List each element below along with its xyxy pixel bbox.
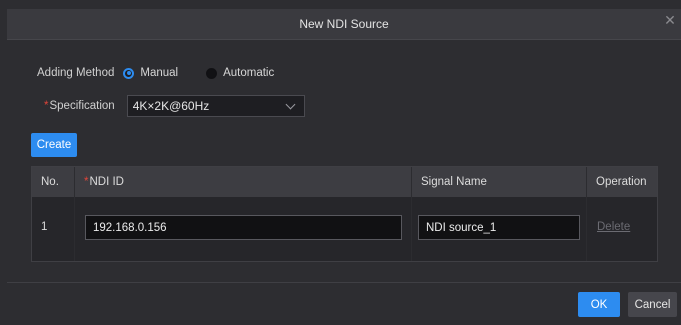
adding-method-row: Adding Method Manual Automatic: [37, 66, 274, 80]
header-ndi-id-text: *NDI ID: [84, 176, 124, 188]
header-ndi-id-label: NDI ID: [89, 176, 124, 188]
radio-unchecked-icon[interactable]: [206, 67, 218, 79]
chevron-down-icon: [285, 99, 296, 110]
adding-method-label: Adding Method: [37, 67, 115, 79]
radio-automatic-label[interactable]: Automatic: [223, 67, 274, 79]
create-button[interactable]: Create: [31, 133, 77, 157]
new-ndi-source-dialog: New NDI Source ✕ Adding Method Manual Au…: [0, 0, 681, 325]
ndi-id-input[interactable]: [85, 215, 402, 240]
header-signal-name-text: Signal Name: [421, 176, 487, 188]
radio-checked-icon[interactable]: [123, 67, 135, 79]
header-operation: Operation: [587, 167, 659, 197]
specification-value: 4K×2K@60Hz: [132, 99, 210, 113]
specification-select[interactable]: 4K×2K@60Hz: [126, 95, 305, 117]
adding-method-radio-group: Manual Automatic: [123, 67, 274, 79]
cancel-button[interactable]: Cancel: [628, 292, 677, 317]
close-icon[interactable]: ✕: [663, 13, 677, 27]
cell-ndi-id: [75, 197, 412, 261]
dialog-title: New NDI Source: [299, 17, 389, 31]
radio-automatic[interactable]: Automatic: [206, 67, 274, 79]
signal-name-input[interactable]: [418, 215, 580, 240]
specification-label: *Specification: [44, 100, 115, 112]
header-no-text: No.: [41, 176, 59, 188]
delete-link[interactable]: Delete: [597, 221, 630, 233]
table-header: No. *NDI ID Signal Name Operation: [32, 167, 657, 197]
ndi-source-table: No. *NDI ID Signal Name Operation 1 Dele…: [31, 166, 658, 262]
row-number: 1: [41, 221, 48, 233]
radio-manual[interactable]: Manual: [123, 67, 178, 79]
required-mark: *: [84, 176, 89, 188]
required-mark: *: [44, 100, 49, 112]
header-operation-text: Operation: [596, 176, 647, 188]
ok-button[interactable]: OK: [578, 292, 620, 317]
specification-label-text: Specification: [49, 100, 115, 112]
radio-manual-label[interactable]: Manual: [140, 67, 178, 79]
cell-no: 1: [32, 197, 75, 261]
cell-operation: Delete: [587, 197, 659, 261]
header-no: No.: [32, 167, 75, 197]
specification-row: *Specification 4K×2K@60Hz: [44, 95, 305, 117]
dialog-titlebar: New NDI Source ✕: [7, 9, 681, 40]
table-row: 1 Delete: [32, 197, 657, 261]
footer-divider: [7, 282, 681, 283]
header-ndi-id: *NDI ID: [75, 167, 412, 197]
cell-signal-name: [412, 197, 587, 261]
header-signal-name: Signal Name: [412, 167, 587, 197]
